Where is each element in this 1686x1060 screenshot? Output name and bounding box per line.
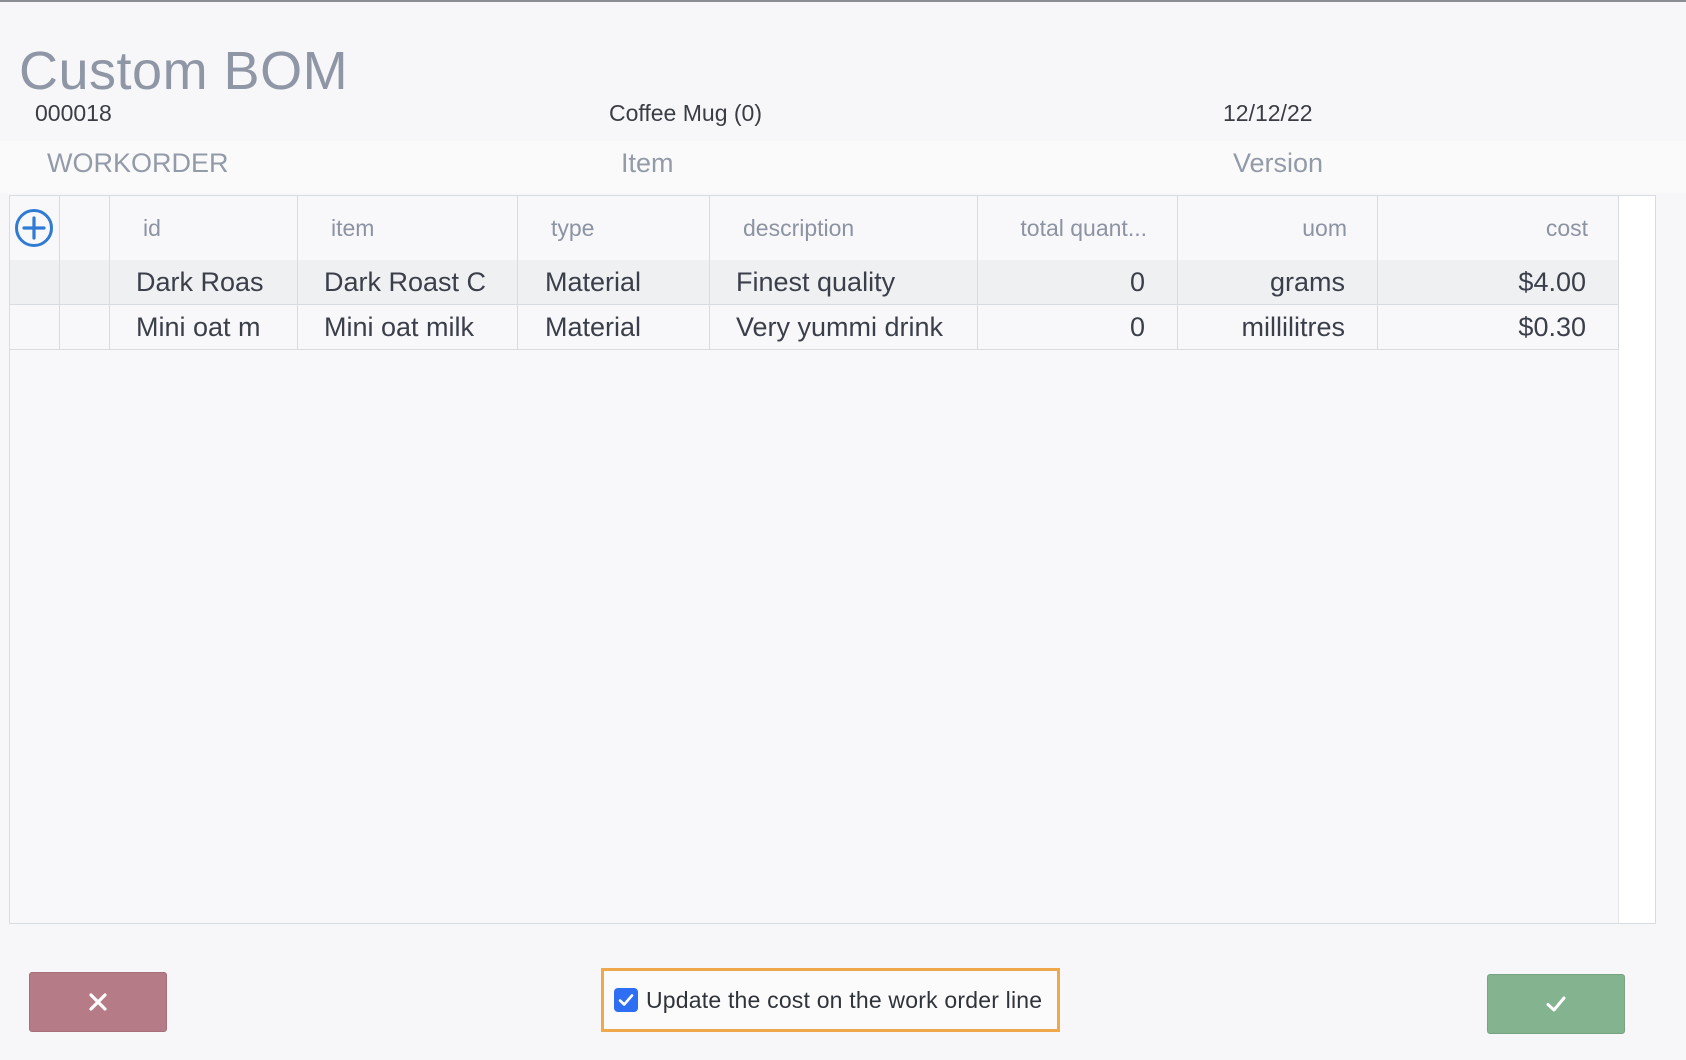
cell-uom[interactable]: grams — [1178, 260, 1378, 304]
cell-type[interactable]: Material — [518, 305, 710, 349]
cell-id[interactable]: Dark Roas — [110, 260, 298, 304]
cell-uom[interactable]: millilitres — [1178, 305, 1378, 349]
cancel-button[interactable] — [29, 972, 167, 1032]
version-label: Version — [1233, 148, 1324, 178]
cell-item[interactable]: Dark Roast C — [298, 260, 518, 304]
row-selector[interactable] — [60, 260, 110, 304]
add-column-header — [10, 196, 60, 260]
cell-cost[interactable]: $0.30 — [1378, 305, 1619, 349]
cell-total-quantity[interactable]: 0 — [978, 305, 1178, 349]
cell-item[interactable]: Mini oat milk — [298, 305, 518, 349]
cell-description[interactable]: Very yummi drink — [710, 305, 978, 349]
update-cost-checkbox[interactable] — [614, 988, 638, 1012]
cell-total-quantity[interactable]: 0 — [978, 260, 1178, 304]
update-cost-option[interactable]: Update the cost on the work order line — [601, 968, 1060, 1032]
checkmark-icon — [618, 994, 634, 1006]
grid-vertical-scrollbar[interactable] — [1618, 196, 1655, 923]
selector-column-header — [60, 196, 110, 260]
row-gutter — [10, 260, 60, 304]
check-icon — [1546, 996, 1566, 1012]
top-border — [0, 0, 1686, 2]
row-selector[interactable] — [60, 305, 110, 349]
column-header-uom[interactable]: uom — [1178, 196, 1378, 260]
column-header-cost[interactable]: cost — [1378, 196, 1619, 260]
bom-grid: id item type description total quant... … — [9, 195, 1656, 924]
cell-id[interactable]: Mini oat m — [110, 305, 298, 349]
add-row-icon[interactable] — [14, 208, 54, 248]
close-icon — [89, 993, 107, 1011]
cell-type[interactable]: Material — [518, 260, 710, 304]
row-gutter — [10, 305, 60, 349]
workorder-label: WORKORDER — [47, 148, 229, 178]
cell-description[interactable]: Finest quality — [710, 260, 978, 304]
cell-cost[interactable]: $4.00 — [1378, 260, 1619, 304]
dialog-title: Custom BOM — [19, 41, 349, 101]
table-row[interactable]: Dark Roas Dark Roast C Material Finest q… — [10, 260, 1619, 305]
grid-header-row: id item type description total quant... … — [10, 196, 1619, 261]
table-row[interactable]: Mini oat m Mini oat milk Material Very y… — [10, 305, 1619, 350]
column-header-id[interactable]: id — [110, 196, 298, 260]
column-header-type[interactable]: type — [518, 196, 710, 260]
item-value: Coffee Mug (0) — [609, 100, 762, 126]
item-label: Item — [621, 148, 674, 178]
confirm-button[interactable] — [1487, 974, 1625, 1034]
header-labels-band — [0, 141, 1686, 193]
column-header-description[interactable]: description — [710, 196, 978, 260]
workorder-value: 000018 — [35, 100, 112, 126]
column-header-item[interactable]: item — [298, 196, 518, 260]
update-cost-label[interactable]: Update the cost on the work order line — [646, 987, 1042, 1014]
version-value: 12/12/22 — [1223, 100, 1313, 126]
column-header-total-quantity[interactable]: total quant... — [978, 196, 1178, 260]
